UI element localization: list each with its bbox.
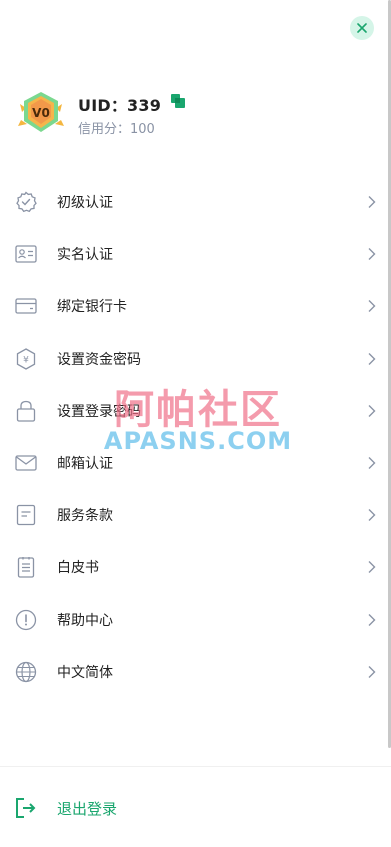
exclamation-circle-icon [14,608,38,632]
menu-item-label: 绑定银行卡 [57,299,127,316]
id-card-icon [14,242,38,266]
menu-item-label: 邮箱认证 [57,456,113,473]
uid-text: UID：339 [78,96,162,115]
copy-icon[interactable] [171,94,186,108]
chevron-right-icon [368,300,376,313]
chevron-right-icon [368,509,376,522]
chevron-right-icon [368,561,376,574]
verified-badge-icon [14,190,38,214]
menu-item-fund-password[interactable]: ¥ 设置资金密码 [0,333,391,385]
svg-text:¥: ¥ [23,355,29,365]
menu-item-terms-of-service[interactable]: 服务条款 [0,489,391,541]
logout-label: 退出登录 [57,799,118,818]
yuan-shield-icon: ¥ [14,347,38,371]
bank-card-icon [14,294,38,318]
menu-item-help-center[interactable]: 帮助中心 [0,594,391,646]
menu-item-login-password[interactable]: 设置登录密码 [0,385,391,437]
chevron-right-icon [368,457,376,470]
menu-item-label: 服务条款 [57,508,113,525]
chevron-right-icon [368,352,376,365]
globe-icon [14,660,38,684]
chevron-right-icon [368,613,376,626]
menu-item-email-verification[interactable]: 邮箱认证 [0,437,391,489]
menu-item-label: 中文简体 [57,664,113,681]
menu-item-label: 设置资金密码 [57,351,141,368]
level-badge-text: V0 [32,106,50,120]
chevron-right-icon [368,248,376,261]
menu-item-whitepaper[interactable]: 白皮书 [0,541,391,593]
profile-header: V0 UID：339 信用分：100 [18,88,358,137]
logout-button[interactable]: 退出登录 [0,788,391,828]
close-button[interactable] [350,16,374,40]
chevron-right-icon [368,404,376,417]
menu-item-language[interactable]: 中文简体 [0,646,391,698]
logout-icon [16,798,36,818]
settings-menu: 初级认证 实名认证 绑定银行卡 ¥ 设置资金密码 设置登录密码 邮箱认证 服务条… [0,176,391,698]
menu-item-basic-verification[interactable]: 初级认证 [0,176,391,228]
menu-item-bind-bank-card[interactable]: 绑定银行卡 [0,280,391,332]
level-badge-icon: V0 [18,92,64,132]
menu-item-label: 初级认证 [57,195,113,212]
notebook-icon [14,555,38,579]
divider [0,766,391,767]
menu-item-real-name-verification[interactable]: 实名认证 [0,228,391,280]
credit-score: 信用分：100 [78,122,155,137]
menu-item-label: 帮助中心 [57,612,113,629]
lock-icon [14,399,38,423]
menu-item-label: 设置登录密码 [57,403,141,420]
menu-item-label: 白皮书 [57,560,99,577]
document-icon [14,503,38,527]
chevron-right-icon [368,196,376,209]
menu-item-label: 实名认证 [57,247,113,264]
chevron-right-icon [368,665,376,678]
mail-icon [14,451,38,475]
close-icon [357,23,367,33]
